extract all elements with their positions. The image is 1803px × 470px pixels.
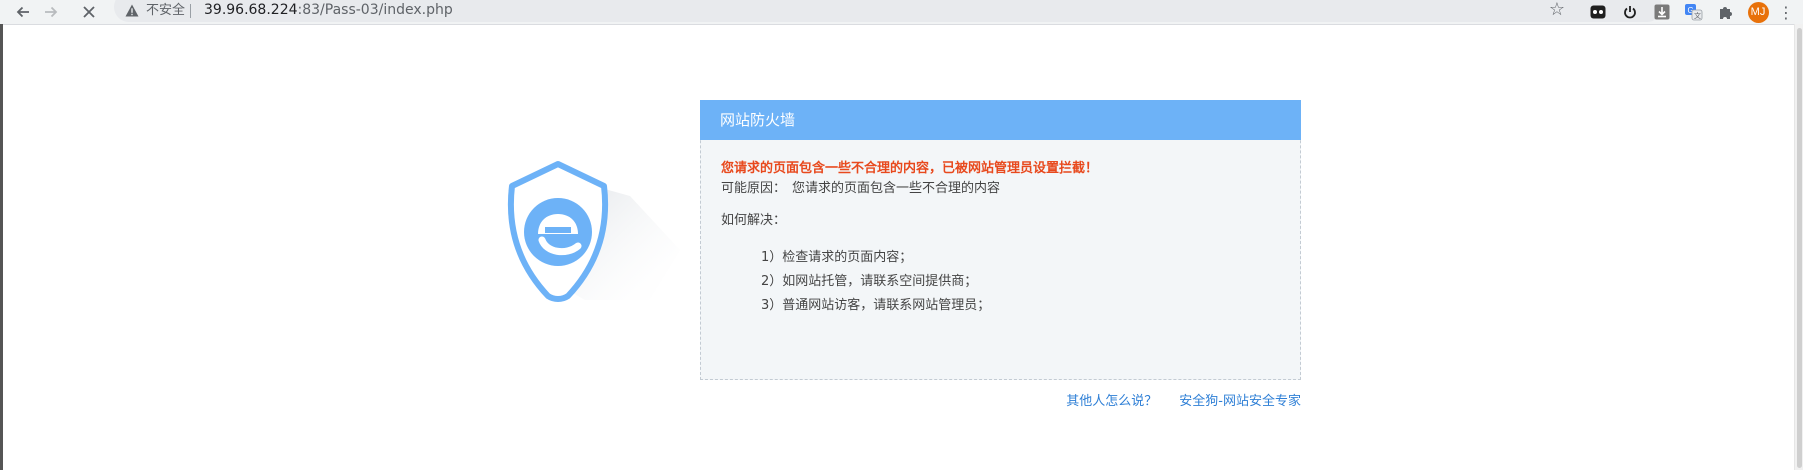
list-item: 2）如网站托管，请联系空间提供商； [761, 274, 978, 289]
window-left-edge [0, 24, 3, 470]
list-item: 1）检查请求的页面内容； [761, 250, 913, 265]
back-arrow-icon [16, 6, 29, 18]
forward-button[interactable] [38, 0, 64, 24]
kebab-menu-icon: ⋮ [1778, 2, 1794, 22]
others-say-link[interactable]: 其他人怎么说？ [1066, 394, 1157, 409]
svg-text:文: 文 [1694, 11, 1701, 20]
power-extension-button[interactable] [1617, 0, 1643, 24]
star-icon: ☆ [1548, 0, 1566, 20]
download-extension-button[interactable] [1649, 0, 1675, 24]
solution-steps: 1）检查请求的页面内容； 2）如网站托管，请联系空间提供商； 3）普通网站访客，… [761, 246, 990, 318]
address-bar[interactable]: 不安全 39.96.68.224:83/Pass-03/index.php [114, 0, 1662, 22]
url-text[interactable]: 39.96.68.224:83/Pass-03/index.php [204, 2, 453, 19]
reason-label: 可能原因： [721, 181, 787, 196]
firewall-panel: 网站防火墙 您请求的页面包含一些不合理的内容，已被网站管理员设置拦截！ 可能原因… [700, 100, 1301, 380]
translate-extension-button[interactable]: G 文 [1681, 0, 1707, 24]
url-path: :83/Pass-03/index.php [297, 2, 453, 18]
tabs-extension-icon [1590, 5, 1606, 19]
translate-icon: G 文 [1685, 4, 1703, 21]
forward-arrow-icon [45, 6, 58, 18]
avatar: MJ [1747, 1, 1769, 23]
tabs-extension-button[interactable] [1585, 0, 1611, 24]
download-icon [1654, 4, 1670, 20]
safedog-vendor-link[interactable]: 安全狗-网站安全专家 [1179, 394, 1301, 409]
browser-toolbar: 不安全 39.96.68.224:83/Pass-03/index.php ☆ … [0, 0, 1803, 25]
howto-label: 如何解决： [721, 213, 787, 228]
extensions-menu-button[interactable] [1713, 0, 1739, 24]
bookmark-star-button[interactable]: ☆ [1546, 0, 1568, 20]
stop-loading-button[interactable] [76, 0, 102, 24]
profile-button[interactable]: MJ [1745, 0, 1771, 24]
warning-triangle-icon[interactable] [124, 2, 140, 18]
url-host: 39.96.68.224 [204, 2, 298, 18]
footer-links: 其他人怎么说？ 安全狗-网站安全专家 [700, 392, 1301, 412]
possible-reason: 可能原因： 您请求的页面包含一些不合理的内容 [721, 180, 1000, 198]
security-status-label[interactable]: 不安全 [146, 3, 185, 19]
block-warning-text: 您请求的页面包含一些不合理的内容，已被网站管理员设置拦截！ [721, 161, 1099, 176]
address-separator [190, 4, 191, 18]
list-item: 3）普通网站访客，请联系网站管理员； [761, 298, 991, 313]
puzzle-extensions-icon [1720, 7, 1732, 19]
power-icon [1624, 6, 1636, 19]
reason-text: 您请求的页面包含一些不合理的内容 [792, 181, 1001, 196]
browser-menu-button[interactable]: ⋮ [1773, 0, 1799, 24]
scrollbar-thumb[interactable] [1797, 28, 1802, 468]
shield-e-logo-icon [507, 161, 680, 302]
vertical-scrollbar[interactable] [1794, 24, 1803, 470]
panel-title: 网站防火墙 [700, 100, 1301, 140]
back-button[interactable] [10, 0, 36, 24]
close-icon [83, 6, 95, 18]
